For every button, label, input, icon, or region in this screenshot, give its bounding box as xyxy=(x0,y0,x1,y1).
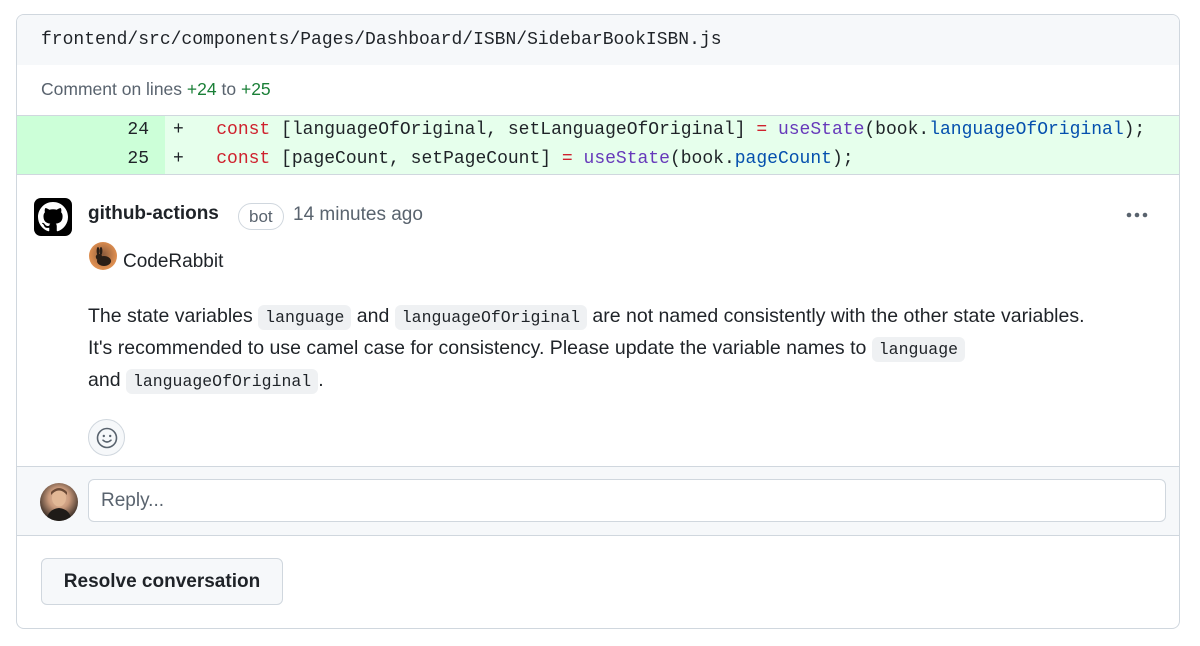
code-text: (book. xyxy=(864,120,930,140)
diff-hunk: 24 + const [languageOfOriginal, setLangu… xyxy=(17,116,1179,175)
body-text: The state variables xyxy=(88,305,259,327)
diff-line: 25 + const [pageCount, setPageCount] = u… xyxy=(17,145,1179,174)
lines-note-joiner: to xyxy=(221,79,237,99)
code-function: useState xyxy=(777,120,865,140)
body-text: and xyxy=(88,369,126,391)
resolve-conversation-button[interactable]: Resolve conversation xyxy=(41,558,283,605)
persona-name: CodeRabbit xyxy=(123,251,224,272)
code-property: pageCount xyxy=(734,149,832,169)
code-operator: = xyxy=(756,120,768,140)
code-keyword: const xyxy=(216,120,271,140)
file-path[interactable]: frontend/src/components/Pages/Dashboard/… xyxy=(41,30,722,50)
github-logo-icon[interactable] xyxy=(34,198,72,236)
inline-code: language xyxy=(871,337,965,362)
add-reaction-button[interactable] xyxy=(88,419,125,456)
code-property: languageOfOriginal xyxy=(929,120,1124,140)
user-avatar[interactable] xyxy=(40,483,78,521)
diff-marker: + xyxy=(173,120,184,140)
reply-input[interactable] xyxy=(88,479,1166,522)
body-text: and xyxy=(351,305,395,327)
comment-lines-note: Comment on lines +24 to +25 xyxy=(17,65,1179,116)
comment-timestamp[interactable]: 14 minutes ago xyxy=(293,204,423,226)
code-text: [languageOfOriginal, setLanguageOfOrigin… xyxy=(270,120,757,140)
line-code: + const [languageOfOriginal, setLanguage… xyxy=(165,116,1179,145)
inline-code: languageOfOriginal xyxy=(125,369,319,394)
line-number[interactable]: 25 xyxy=(17,145,165,174)
line-from: +24 xyxy=(186,79,217,99)
code-text: (book. xyxy=(669,149,735,169)
code-text: ); xyxy=(831,149,854,169)
code-operator: = xyxy=(561,149,573,169)
code-text: [pageCount, setPageCount] xyxy=(270,149,562,169)
comment-author[interactable]: github-actions xyxy=(88,203,219,225)
bot-badge: bot xyxy=(238,203,284,230)
line-code: + const [pageCount, setPageCount] = useS… xyxy=(165,145,1179,174)
file-path-header: frontend/src/components/Pages/Dashboard/… xyxy=(17,15,1179,65)
code-function: useState xyxy=(583,149,670,169)
review-comment: github-actions bot 14 minutes ago CodeRa… xyxy=(17,176,1179,466)
code-keyword: const xyxy=(216,149,271,169)
code-text: ); xyxy=(1123,120,1146,140)
inline-code: languageOfOriginal xyxy=(394,305,587,330)
diff-marker: + xyxy=(173,149,184,169)
inline-code: language xyxy=(258,305,352,330)
coderabbit-avatar xyxy=(89,242,117,270)
body-text: . xyxy=(318,369,324,391)
review-thread: frontend/src/components/Pages/Dashboard/… xyxy=(16,14,1180,629)
reply-bar xyxy=(17,466,1179,536)
line-number[interactable]: 24 xyxy=(17,116,165,145)
comment-body: The state variables language and languag… xyxy=(88,301,1098,397)
line-to: +25 xyxy=(240,79,271,99)
smiley-icon xyxy=(96,427,117,448)
diff-line: 24 + const [languageOfOriginal, setLangu… xyxy=(17,116,1179,145)
lines-note-prefix: Comment on lines xyxy=(41,79,183,99)
kebab-horizontal-icon[interactable] xyxy=(1122,200,1152,230)
